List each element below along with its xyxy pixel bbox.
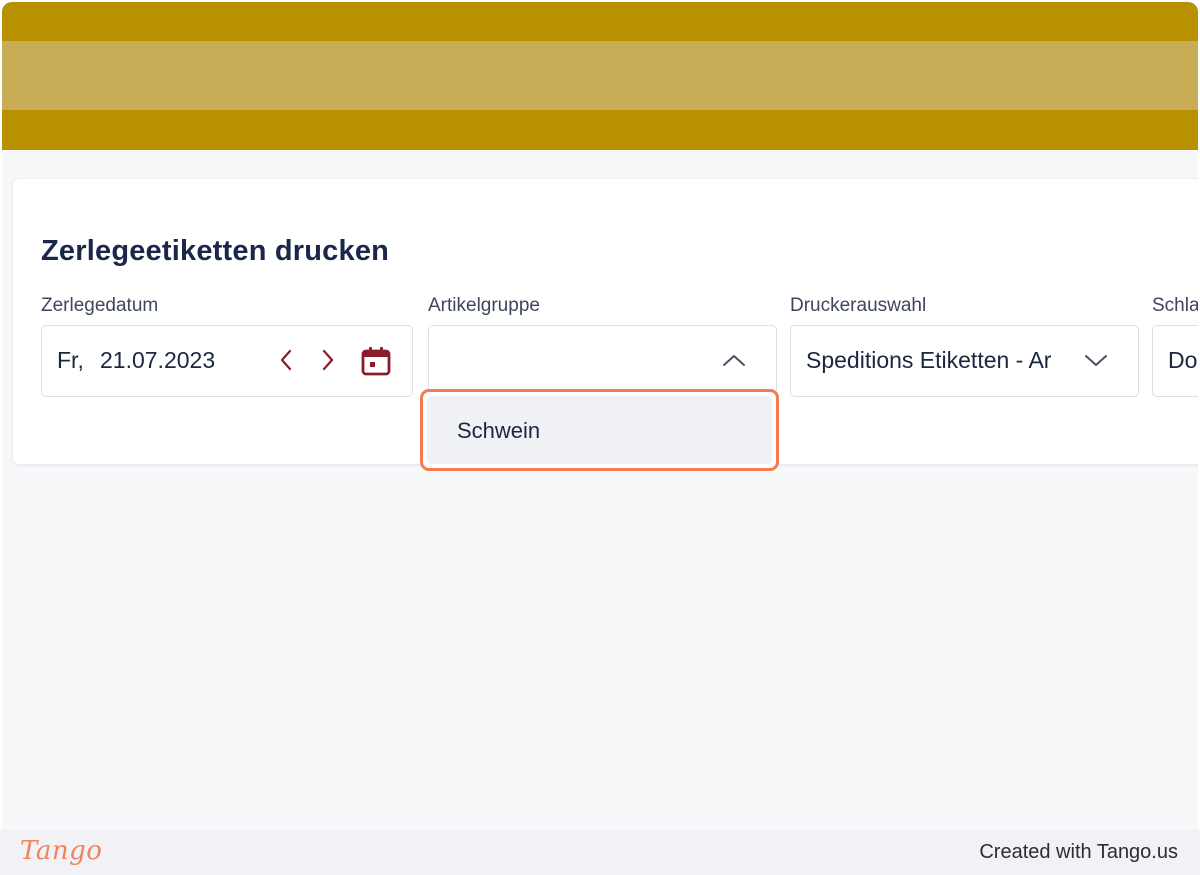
- zerlegedatum-date: 21.07.2023: [100, 347, 216, 373]
- dropdown-option-label: Schwein: [457, 418, 541, 443]
- schlachtung-value: Do: [1168, 347, 1198, 373]
- tango-logo: Tango: [20, 836, 103, 866]
- zerlegedatum-label: Zerlegedatum: [41, 295, 159, 316]
- chevron-down-icon[interactable]: [1084, 354, 1108, 368]
- druckerauswahl-select[interactable]: Speditions Etiketten - Ar: [790, 325, 1139, 397]
- schlachtung-field[interactable]: Do: [1152, 325, 1198, 397]
- druckerauswahl-label: Druckerauswahl: [790, 295, 927, 316]
- header-banner-stripe: [2, 41, 1198, 110]
- footer-credit: Created with Tango.us: [979, 841, 1178, 863]
- chevron-up-icon[interactable]: [722, 353, 746, 367]
- zerlegedatum-field[interactable]: Fr, 21.07.2023: [41, 325, 413, 397]
- druckerauswahl-value: Speditions Etiketten - Ar: [806, 347, 1052, 373]
- chevron-left-icon[interactable]: [279, 349, 293, 371]
- artikelgruppe-select[interactable]: [428, 325, 777, 397]
- chevron-right-icon[interactable]: [321, 349, 335, 371]
- dropdown-option[interactable]: Schwein: [427, 396, 772, 464]
- page-title: Zerlegeetiketten drucken: [41, 235, 390, 267]
- zerlegedatum-weekday: Fr,: [57, 347, 84, 373]
- calendar-icon[interactable]: [360, 345, 392, 377]
- header-banner: [2, 2, 1198, 150]
- artikelgruppe-option-schwein[interactable]: Schwein: [420, 389, 779, 471]
- schlachtung-label: Schla: [1152, 295, 1198, 316]
- artikelgruppe-label: Artikelgruppe: [428, 295, 540, 316]
- tango-footer: Tango Created with Tango.us: [0, 830, 1200, 875]
